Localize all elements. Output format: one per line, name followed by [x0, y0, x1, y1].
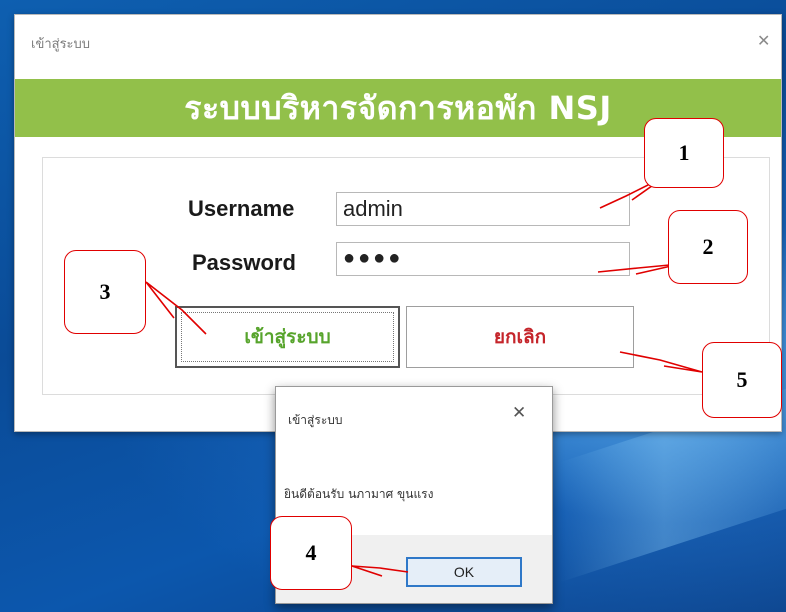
dialog-close-icon[interactable]: ✕	[512, 403, 526, 423]
window-close-icon[interactable]: ✕	[757, 31, 770, 50]
callout-5: 5	[702, 342, 782, 418]
dialog-message: ยินดีต้อนรับ นภามาศ ขุนแรง	[284, 487, 434, 501]
cancel-button-label: ยกเลิก	[493, 326, 547, 348]
cancel-button[interactable]: ยกเลิก	[406, 306, 634, 368]
login-button-focus-ring	[181, 312, 394, 362]
ok-button[interactable]: OK	[406, 557, 522, 587]
login-button[interactable]: เข้าสู่ระบบ	[175, 306, 400, 368]
app-title: ระบบบริหารจัดการหอพัก NSJ	[184, 88, 612, 127]
callout-1: 1	[644, 118, 724, 188]
dialog-title: เข้าสู่ระบบ	[288, 413, 343, 427]
password-input[interactable]: ●●●●	[336, 242, 630, 276]
username-label: Username	[188, 196, 295, 221]
callout-4: 4	[270, 516, 352, 590]
username-input[interactable]	[336, 192, 630, 226]
window-title: เข้าสู่ระบบ	[31, 37, 91, 52]
callout-2: 2	[668, 210, 748, 284]
callout-3: 3	[64, 250, 146, 334]
password-label: Password	[192, 250, 296, 275]
